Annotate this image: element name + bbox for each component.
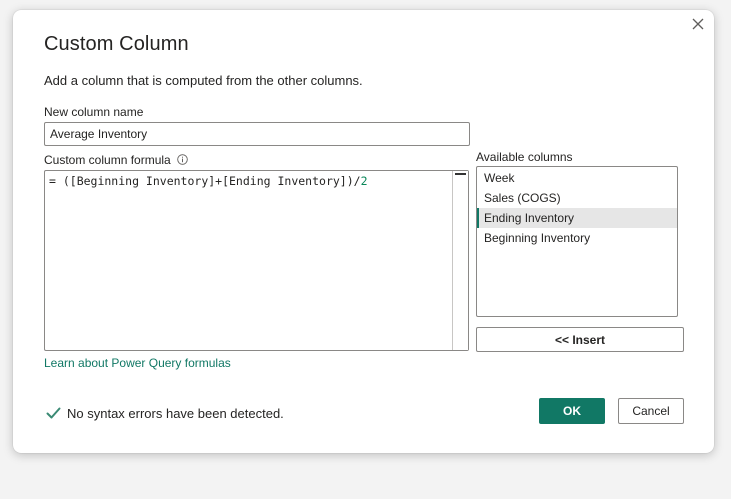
learn-power-query-link[interactable]: Learn about Power Query formulas — [44, 356, 231, 370]
dialog-title: Custom Column — [44, 33, 189, 55]
formula-divisor: 2 — [360, 174, 368, 188]
column-item-ending-inventory[interactable]: Ending Inventory — [477, 208, 677, 228]
close-icon[interactable] — [689, 15, 707, 33]
checkmark-icon — [46, 407, 61, 419]
scrollbar-thumb[interactable] — [455, 173, 466, 175]
new-column-name-label: New column name — [44, 105, 144, 119]
cancel-button[interactable]: Cancel — [618, 398, 684, 424]
available-columns-list[interactable]: Week Sales (COGS) Ending Inventory Begin… — [476, 166, 678, 317]
formula-editor[interactable]: = ([Beginning Inventory]+[Ending Invento… — [44, 170, 469, 351]
custom-column-dialog: Custom Column Add a column that is compu… — [13, 10, 714, 453]
column-item-beginning-inventory[interactable]: Beginning Inventory — [477, 228, 677, 248]
column-item-week[interactable]: Week — [477, 168, 677, 188]
available-columns-label: Available columns — [476, 150, 573, 164]
insert-button[interactable]: << Insert — [476, 327, 684, 352]
column-item-sales-cogs[interactable]: Sales (COGS) — [477, 188, 677, 208]
formula-text[interactable]: = ([Beginning Inventory]+[Ending Invento… — [49, 174, 368, 188]
formula-label: Custom column formula — [44, 153, 171, 167]
info-icon[interactable] — [177, 154, 188, 165]
formula-expression: = ([Beginning Inventory]+[Ending Invento… — [49, 174, 361, 188]
new-column-name-input[interactable] — [44, 122, 470, 146]
ok-button[interactable]: OK — [539, 398, 605, 424]
dialog-subtitle: Add a column that is computed from the o… — [44, 73, 363, 88]
formula-scrollbar[interactable] — [452, 171, 468, 350]
syntax-status-text: No syntax errors have been detected. — [67, 406, 284, 421]
